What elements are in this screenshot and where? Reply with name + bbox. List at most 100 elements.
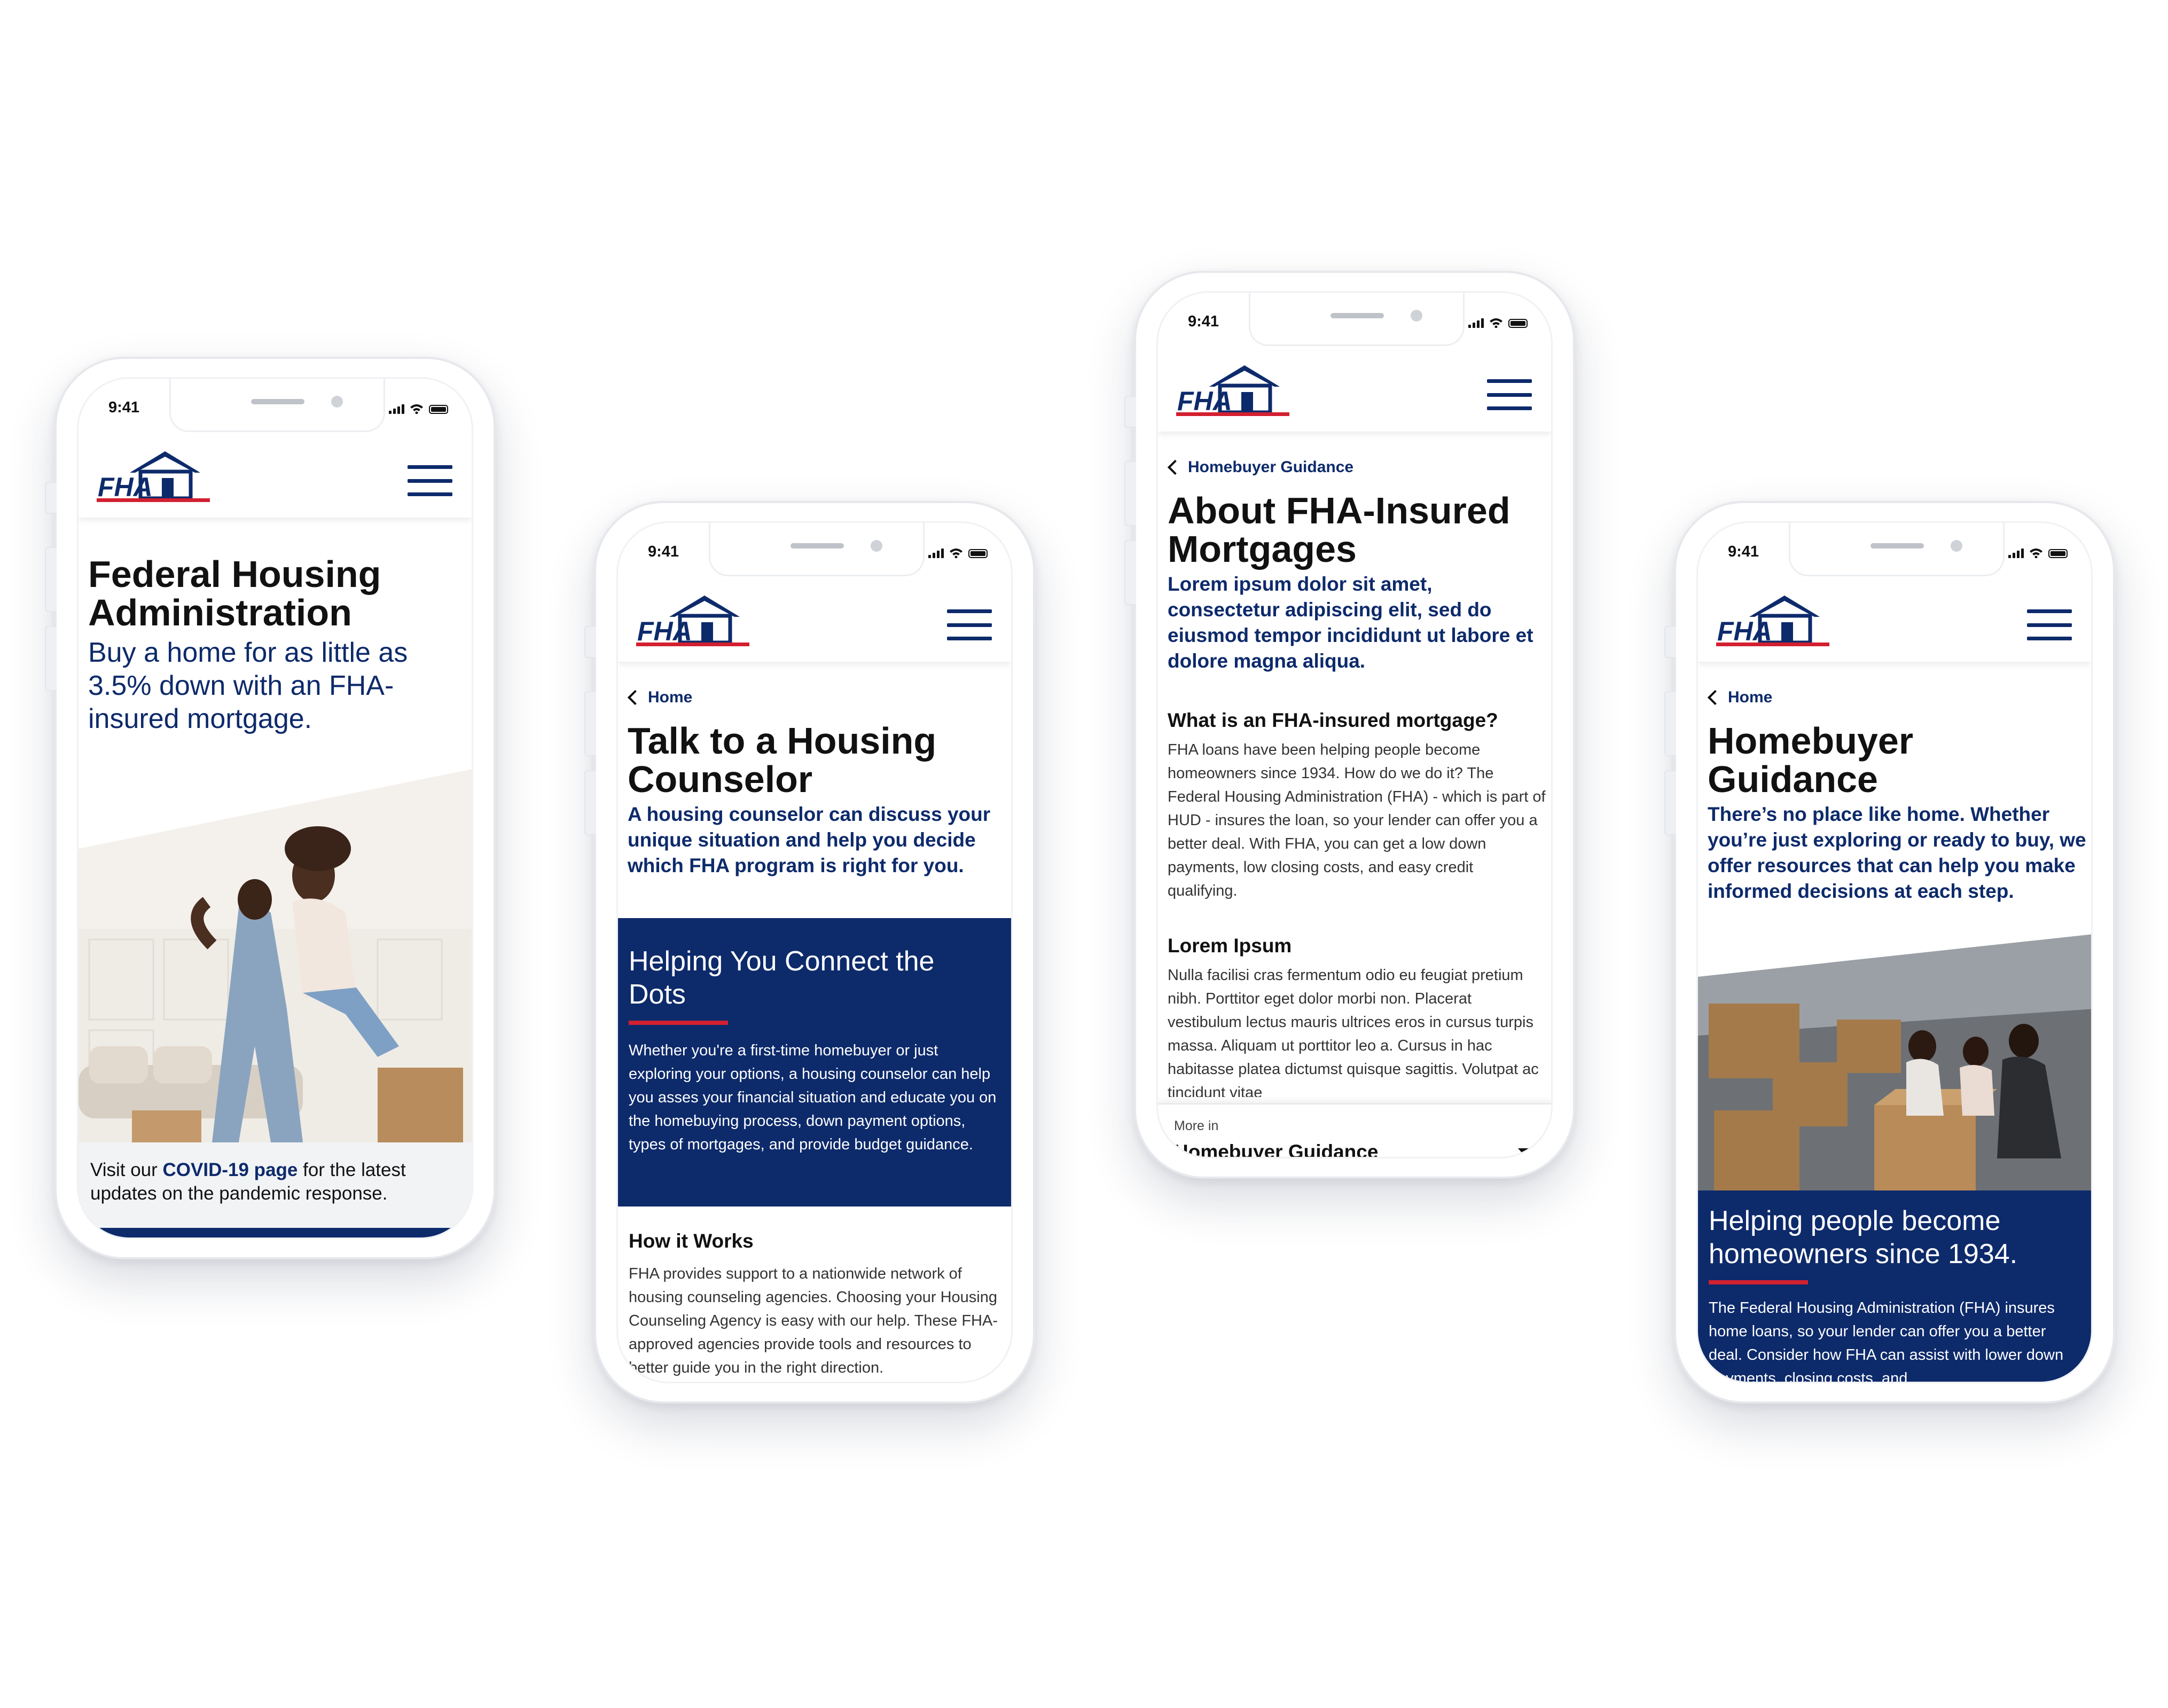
battery-icon	[2048, 549, 2068, 558]
logo-text: FHA	[1717, 616, 1772, 646]
status-time: 9:41	[1728, 543, 1759, 560]
page-subtitle: Buy a home for as little as 3.5% down wi…	[88, 637, 408, 734]
info-panel: Helping people become homeowners since 1…	[1698, 1190, 2091, 1382]
phone-side-button	[584, 691, 596, 756]
site-header: FHA	[79, 437, 472, 518]
phone-side-button	[584, 770, 596, 835]
page-title: Talk to a Housing Counselor	[628, 720, 937, 800]
panel-body: Whether you're a first-time homebuyer or…	[629, 1042, 997, 1153]
phone-side-button	[45, 482, 57, 514]
site-header: FHA	[618, 582, 1011, 662]
hero-image-family-moving	[1698, 934, 2091, 1190]
hero-image-couple	[79, 769, 472, 1142]
phone-screen: 9:41 FHA Homebuyer Guidance About FHA-In…	[1156, 291, 1553, 1158]
more-in-label: More in	[1174, 1118, 1219, 1133]
phone-side-button	[1124, 461, 1136, 526]
wifi-icon	[949, 547, 963, 558]
logo-text: FHA	[637, 616, 692, 646]
phone-mockup-homebuyer-guidance: 9:41 FHA Home Homebuyer Guidance There’s…	[1664, 501, 2115, 1404]
status-bar: 9:41	[618, 523, 1011, 582]
panel-accent-bar	[1709, 1280, 1808, 1284]
breadcrumb-label: Home	[648, 688, 693, 706]
panel-title: Helping You Connect the Dots	[629, 946, 935, 1010]
breadcrumb[interactable]: Homebuyer Guidance	[1167, 458, 1354, 476]
section-title: Lorem Ipsum	[1168, 935, 1292, 957]
signal-icon	[2008, 549, 2024, 558]
hamburger-menu-icon[interactable]	[2027, 609, 2072, 640]
status-time: 9:41	[108, 399, 140, 416]
phone-notch	[709, 523, 925, 576]
hamburger-menu-icon[interactable]	[408, 465, 452, 496]
phone-side-button	[1664, 770, 1676, 835]
phone-side-button	[1124, 540, 1136, 605]
footer-band	[79, 1228, 472, 1237]
section-body: FHA provides support to a nationwide net…	[629, 1265, 998, 1376]
fha-logo[interactable]: FHA	[1174, 362, 1292, 422]
phone-screen: 9:41 FHA Federal Housing Administration …	[77, 377, 473, 1239]
site-header: FHA	[1698, 582, 2091, 662]
panel-accent-bar	[629, 1021, 728, 1025]
info-panel: Helping You Connect the Dots Whether you…	[618, 918, 1011, 1206]
phone-notch	[169, 379, 385, 432]
section-body: FHA loans have been helping people becom…	[1168, 741, 1546, 899]
caret-down-icon	[1518, 1148, 1533, 1157]
covid-notice: Visit our COVID-19 page for the latest u…	[79, 1142, 472, 1228]
page-title: Federal Housing Administration	[88, 553, 381, 633]
hamburger-menu-icon[interactable]	[1487, 379, 1532, 410]
phone-mockup-home: 9:41 FHA Federal Housing Administration …	[45, 357, 496, 1259]
phone-side-button	[45, 626, 57, 691]
chevron-left-icon	[627, 690, 643, 706]
panel-body: The Federal Housing Administration (FHA)…	[1709, 1299, 2064, 1382]
phone-side-button	[1124, 396, 1136, 428]
hamburger-menu-icon[interactable]	[947, 609, 992, 640]
status-time: 9:41	[648, 543, 679, 560]
section-title: What is an FHA-insured mortgage?	[1168, 709, 1498, 731]
battery-icon	[968, 549, 988, 558]
wifi-icon	[410, 403, 424, 414]
page-title: About FHA-Insured Mortgages	[1168, 490, 1510, 570]
fha-logo[interactable]: FHA	[634, 592, 752, 652]
phone-side-button	[45, 547, 57, 612]
more-in-value: Homebuyer Guidance	[1174, 1141, 1379, 1157]
wifi-icon	[1489, 317, 1503, 328]
breadcrumb-label: Homebuyer Guidance	[1188, 458, 1354, 476]
phone-notch	[1249, 293, 1465, 346]
phone-side-button	[1664, 626, 1676, 658]
phone-screen: 9:41 FHA Home Talk to a Housing Counselo…	[616, 521, 1013, 1383]
phone-mockup-fha-mortgages: 9:41 FHA Homebuyer Guidance About FHA-In…	[1124, 271, 1575, 1179]
fha-logo[interactable]: FHA	[1714, 592, 1832, 652]
site-header: FHA	[1158, 351, 1551, 432]
panel-title: Helping people become homeowners since 1…	[1709, 1205, 2018, 1270]
section-title: How it Works	[629, 1230, 754, 1252]
wifi-icon	[2029, 547, 2043, 558]
phone-notch	[1789, 523, 2005, 576]
signal-icon	[1468, 318, 1484, 328]
signal-icon	[389, 404, 404, 414]
phone-side-button	[1664, 691, 1676, 756]
page-lead: Lorem ipsum dolor sit amet, consectetur …	[1168, 573, 1533, 672]
phone-mockup-housing-counselor: 9:41 FHA Home Talk to a Housing Counselo…	[584, 501, 1035, 1404]
breadcrumb[interactable]: Home	[1707, 688, 1773, 707]
status-bar: 9:41	[79, 379, 472, 437]
section-body: Nulla facilisi cras fermentum odio eu fe…	[1168, 967, 1539, 1097]
logo-text: FHA	[1177, 386, 1232, 416]
covid-notice-prefix: Visit our	[90, 1159, 163, 1180]
signal-icon	[928, 549, 944, 558]
page-lead: There’s no place like home. Whether you’…	[1708, 803, 2086, 902]
status-bar: 9:41	[1698, 523, 2091, 582]
page-lead: A housing counselor can discuss your uni…	[628, 803, 991, 876]
chevron-left-icon	[1707, 690, 1723, 706]
page-title: Homebuyer Guidance	[1708, 720, 1914, 800]
logo-text: FHA	[98, 472, 153, 502]
covid-page-link[interactable]: COVID-19 page	[163, 1159, 298, 1180]
status-time: 9:41	[1188, 313, 1219, 330]
phone-screen: 9:41 FHA Home Homebuyer Guidance There’s…	[1696, 521, 2093, 1383]
status-bar: 9:41	[1158, 293, 1551, 351]
battery-icon	[429, 405, 448, 414]
fha-logo[interactable]: FHA	[95, 448, 212, 508]
breadcrumb-label: Home	[1728, 688, 1773, 706]
chevron-left-icon	[1167, 459, 1183, 475]
phone-side-button	[584, 626, 596, 658]
breadcrumb[interactable]: Home	[627, 688, 693, 707]
more-in-dropdown[interactable]: More in Homebuyer Guidance	[1158, 1103, 1551, 1157]
